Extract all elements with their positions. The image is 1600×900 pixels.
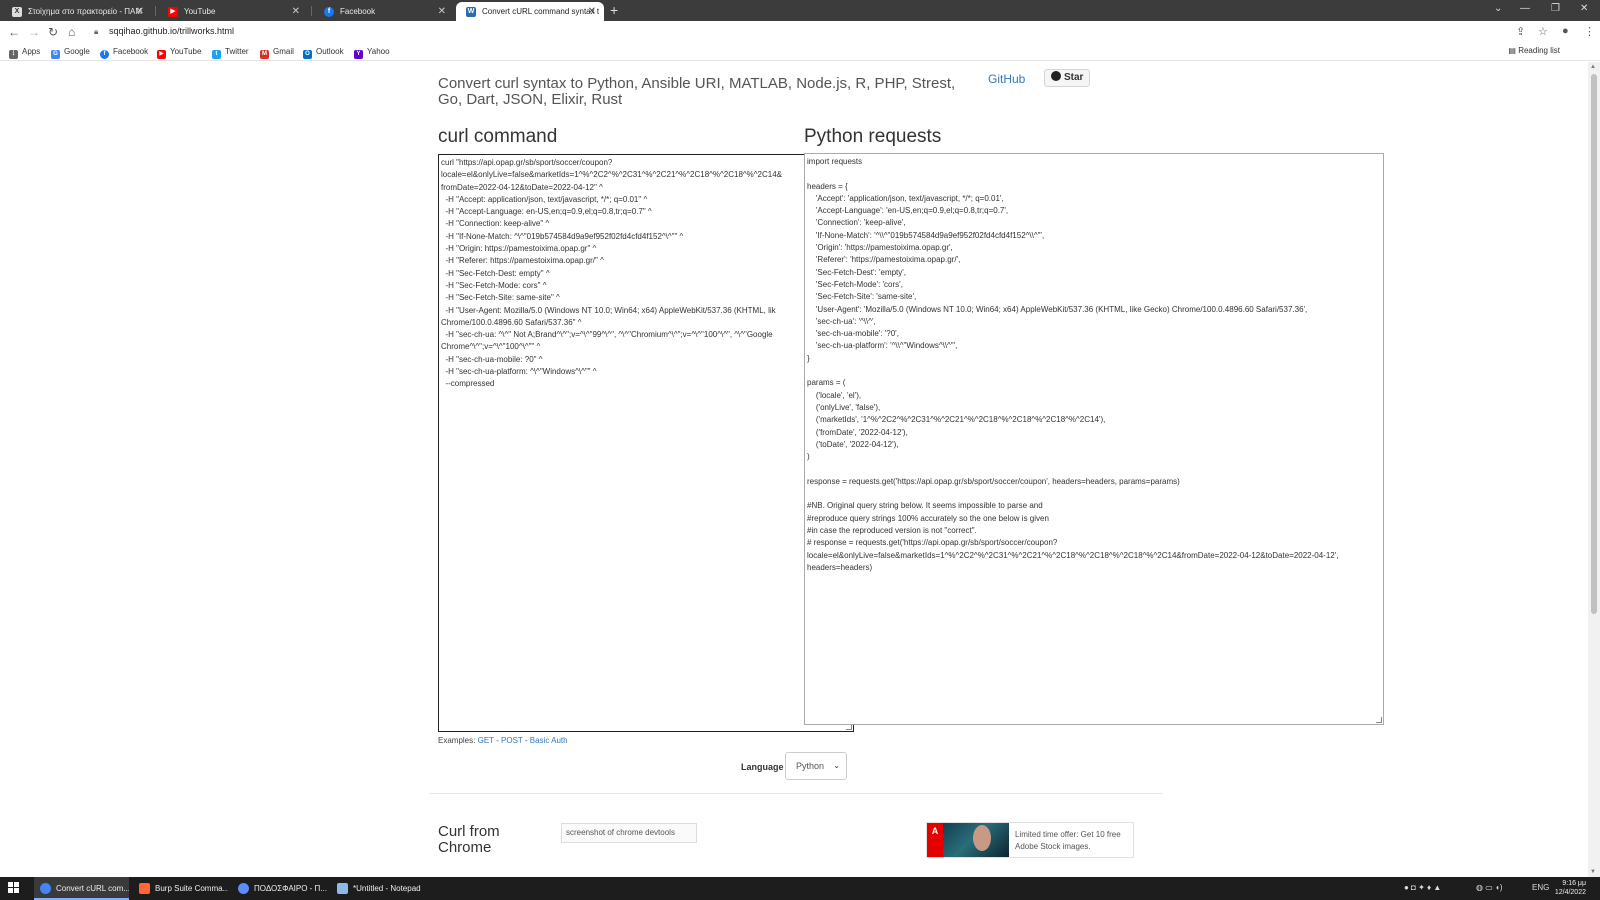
reading-list-button[interactable]: ▤ Reading list <box>1508 46 1560 55</box>
curl-command-heading: curl command <box>438 126 558 147</box>
scroll-down-icon[interactable]: ▼ <box>1590 869 1596 875</box>
example-get-link[interactable]: GET <box>478 736 494 745</box>
browser-toolbar: ← → ↻ ⌂ 🔒︎ sqqihao.github.io/trillworks.… <box>0 21 1600 43</box>
gmail-icon: M <box>260 50 269 59</box>
new-tab-icon[interactable]: + <box>610 2 618 19</box>
taskbar-chrome-window-2[interactable]: ΠΟΔΟΣΦΑΙΡΟ - Π... <box>232 877 327 900</box>
facebook-icon: f <box>324 7 334 17</box>
bookmark-gmail[interactable]: M Gmail <box>260 46 294 59</box>
tab-opap[interactable]: Χ Στοίχημα στο πρακτορείο - ΠΑΜ ✕ <box>2 2 152 21</box>
bookmark-facebook[interactable]: f Facebook <box>100 46 148 59</box>
taskbar-notepad[interactable]: *Untitled - Notepad <box>331 877 431 900</box>
bookmarks-bar: ⋮ Apps G Google f Facebook ▶ YouTube t Twitte… <box>0 43 1600 61</box>
example-basic-auth-link[interactable]: Basic Auth <box>530 736 568 745</box>
notepad-icon <box>337 883 348 894</box>
apps-grid-icon: ⋮ <box>9 50 18 59</box>
ad-image <box>943 823 1009 857</box>
windows-start-icon[interactable] <box>8 882 20 894</box>
tab-strip: Χ Στοίχημα στο πρακτορείο - ΠΑΜ ✕ ▶ YouT… <box>0 0 1600 21</box>
bookmark-apps[interactable]: ⋮ Apps <box>9 46 40 59</box>
scroll-thumb[interactable] <box>1591 74 1597 614</box>
close-icon[interactable]: ✕ <box>438 2 446 21</box>
tab-title: YouTube <box>184 7 216 16</box>
tab-title: Στοίχημα στο πρακτορείο - ΠΑΜ <box>28 7 143 16</box>
examples-row: Examples: GET - POST - Basic Auth <box>438 736 568 745</box>
output-heading: Python requests <box>804 126 942 147</box>
back-icon[interactable]: ← <box>8 25 20 39</box>
taskbar-burp[interactable]: Burp Suite Comma... <box>133 877 228 900</box>
close-icon[interactable]: ✕ <box>136 2 144 21</box>
tray-icons[interactable]: ● ◘ ✦ ♦ ▲ <box>1404 883 1441 892</box>
web-page: Convert curl syntax to Python, Ansible U… <box>0 62 1588 877</box>
profile-icon[interactable]: ● <box>1562 25 1569 37</box>
burp-suite-icon <box>139 883 150 894</box>
opap-icon: Χ <box>12 7 22 17</box>
lock-icon[interactable]: 🔒︎ <box>94 27 98 37</box>
tab-facebook[interactable]: f Facebook ✕ <box>314 2 454 21</box>
chevron-down-icon: ⌄ <box>833 761 840 770</box>
home-icon[interactable]: ⌂ <box>68 25 75 39</box>
scroll-up-icon[interactable]: ▲ <box>1590 64 1596 70</box>
python-output-textarea[interactable]: import requests headers = { 'Accept': 'a… <box>804 153 1384 725</box>
ad-text: Limited time offer: Get 10 free Adobe St… <box>1015 830 1121 851</box>
bookmark-google[interactable]: G Google <box>51 46 90 59</box>
close-icon[interactable]: ✕ <box>588 2 596 21</box>
tab-title: Facebook <box>340 7 376 16</box>
outlook-icon: O <box>303 50 312 59</box>
system-clock[interactable]: 9:16 μμ 12/4/2022 <box>1555 879 1586 897</box>
adobe-logo-icon: A <box>927 823 943 857</box>
restore-icon[interactable]: ❐ <box>1551 3 1560 14</box>
bookmark-twitter[interactable]: t Twitter <box>212 46 249 59</box>
facebook-icon: f <box>100 50 109 59</box>
page-headline: Convert curl syntax to Python, Ansible U… <box>438 75 956 108</box>
trillworks-icon: W <box>466 7 476 17</box>
github-star-button[interactable]: Star <box>1044 69 1090 87</box>
tab-youtube[interactable]: ▶ YouTube ✕ <box>158 2 308 21</box>
github-link[interactable]: GitHub <box>988 72 1025 86</box>
bookmark-youtube[interactable]: ▶ YouTube <box>157 46 201 59</box>
twitter-icon: t <box>212 50 221 59</box>
tab-separator <box>155 6 156 16</box>
bookmark-star-icon[interactable]: ☆ <box>1538 25 1548 38</box>
window-close-icon[interactable]: ✕ <box>1580 3 1588 14</box>
github-icon <box>1051 71 1061 81</box>
menu-icon[interactable]: ⋮ <box>1584 25 1595 38</box>
bookmark-yahoo[interactable]: Y Yahoo <box>354 46 390 59</box>
bookmark-outlook[interactable]: O Outlook <box>303 46 344 59</box>
tab-curl-converter[interactable]: W Convert cURL command syntax t ✕ <box>456 2 604 21</box>
windows-taskbar: Convert cURL com... Burp Suite Comma... … <box>0 877 1600 900</box>
resize-handle[interactable] <box>1376 717 1382 723</box>
curl-input-textarea[interactable]: curl "https://api.opap.gr/sb/sport/socce… <box>438 154 854 732</box>
curl-code: curl "https://api.opap.gr/sb/sport/socce… <box>441 158 782 389</box>
address-bar[interactable]: sqqihao.github.io/trillworks.html <box>109 26 234 36</box>
yahoo-icon: Y <box>354 50 363 59</box>
reading-list-icon: ▤ <box>1508 46 1519 55</box>
forward-icon[interactable]: → <box>28 25 40 39</box>
minimize-icon[interactable]: — <box>1520 3 1530 14</box>
example-post-link[interactable]: POST <box>501 736 523 745</box>
google-icon: G <box>51 50 60 59</box>
taskbar-chrome[interactable]: Convert cURL com... <box>34 877 129 900</box>
language-select[interactable]: Python ⌄ <box>785 752 847 780</box>
youtube-icon: ▶ <box>157 50 166 59</box>
input-language[interactable]: ENG <box>1532 883 1549 892</box>
page-scrollbar[interactable]: ▲ ▼ <box>1588 62 1600 877</box>
chrome-icon <box>40 883 51 894</box>
tab-separator <box>311 6 312 16</box>
tray-system-icons[interactable]: ◍ ▭ ◖) <box>1476 883 1502 892</box>
section-divider <box>430 793 1162 794</box>
devtools-screenshot-image: screenshot of chrome devtools <box>561 823 697 843</box>
tab-title: Convert cURL command syntax t <box>482 7 600 16</box>
youtube-icon: ▶ <box>168 7 178 17</box>
curl-from-chrome-heading: Curl from Chrome <box>438 823 500 856</box>
close-icon[interactable]: ✕ <box>292 2 300 21</box>
tab-search-icon[interactable]: ⌄ <box>1494 3 1502 14</box>
python-code: import requests headers = { 'Accept': 'a… <box>807 157 1339 572</box>
share-icon[interactable]: ⇪ <box>1516 25 1525 38</box>
reload-icon[interactable]: ↻ <box>48 25 58 39</box>
adobe-ad[interactable]: A Limited time offer: Get 10 free Adobe … <box>926 822 1134 858</box>
chrome-icon <box>238 883 249 894</box>
language-label: Language <box>741 762 784 772</box>
